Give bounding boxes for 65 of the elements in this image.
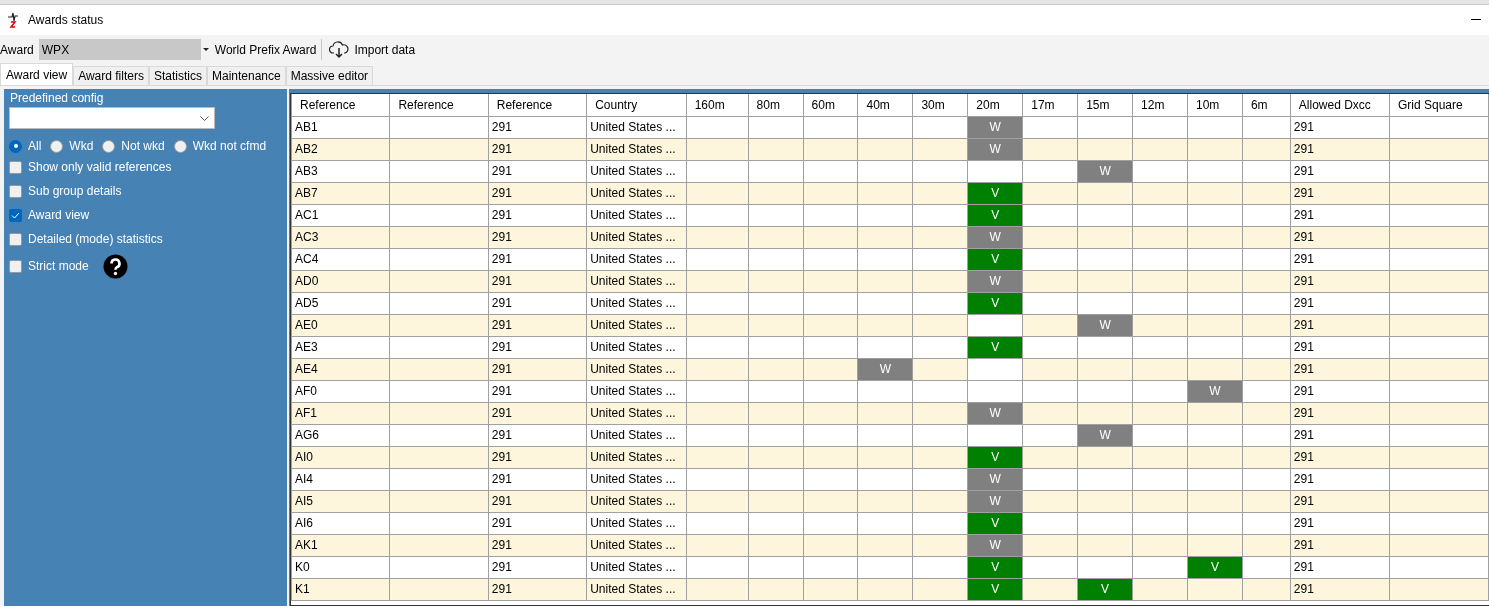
award-label: Award (0, 41, 34, 59)
column-header[interactable]: 40m (857, 94, 913, 116)
tab[interactable]: Award filters (73, 66, 149, 85)
tab[interactable]: Award view (0, 63, 74, 85)
column-header[interactable]: 10m (1187, 94, 1243, 116)
chevron-down-icon (200, 115, 209, 121)
table-cell: AE4 (291, 358, 390, 380)
table-cell: AE0 (291, 314, 390, 336)
checkbox-option[interactable]: Strict mode (9, 257, 89, 275)
checkbox-option[interactable]: Award view (9, 206, 90, 224)
radio-option[interactable]: Wkd not cfmd (173, 137, 267, 155)
column-header[interactable]: Country (586, 94, 687, 116)
table-cell: AD0 (291, 270, 390, 292)
column-header[interactable]: 12m (1132, 94, 1188, 116)
table-cell: AB3 (291, 160, 390, 182)
table-cell: AK1 (291, 534, 390, 556)
table-cell: AB1 (291, 116, 390, 138)
radio-option[interactable]: All (9, 137, 42, 155)
table-cell: AI6 (291, 512, 390, 534)
column-header[interactable]: 20m (967, 94, 1023, 116)
column-header[interactable]: Allowed Dxcc (1290, 94, 1390, 116)
table-cell: AC1 (291, 204, 390, 226)
table-cell: K0 (291, 556, 390, 578)
column-header[interactable]: 80m (748, 94, 804, 116)
caret-icon (202, 48, 209, 51)
checkmark-icon (11, 211, 20, 219)
help-icon[interactable] (102, 253, 128, 279)
column-header[interactable]: 60m (803, 94, 858, 116)
table-cell: AB2 (291, 138, 390, 160)
table-cell: AI5 (291, 490, 390, 512)
app-icon (6, 12, 20, 28)
radio-option[interactable]: Not wkd (102, 137, 165, 155)
award-name: World Prefix Award (214, 41, 317, 59)
column-header[interactable]: Reference (291, 94, 390, 116)
import-button[interactable]: Import data (327, 38, 418, 61)
tab[interactable]: Statistics (148, 66, 207, 85)
window-title: Awards status (28, 12, 104, 29)
table-cell: AC4 (291, 248, 390, 270)
table-cell: AD5 (291, 292, 390, 314)
table-cell: AE3 (291, 336, 390, 358)
table-cell: K1 (291, 578, 390, 600)
table-cell: AF1 (291, 402, 390, 424)
column-header[interactable]: 160m (686, 94, 749, 116)
tab[interactable]: Maintenance (206, 66, 286, 85)
column-header[interactable]: 30m (912, 94, 968, 116)
radio-option[interactable]: Wkd (50, 137, 94, 155)
table-cell: AB7 (291, 182, 390, 204)
table-cell: AF0 (291, 380, 390, 402)
column-header[interactable]: Grid Square (1389, 94, 1489, 116)
column-header[interactable]: 15m (1077, 94, 1133, 116)
checkbox-option[interactable]: Show only valid references (9, 158, 172, 176)
table-cell: AI0 (291, 446, 390, 468)
minimize-icon[interactable] (1471, 19, 1481, 21)
table-cell: AG6 (291, 424, 390, 446)
checkbox-option[interactable]: Detailed (mode) statistics (9, 230, 163, 248)
column-header[interactable]: Reference (488, 94, 587, 116)
cloud-download-icon (329, 40, 350, 59)
table-cell: AC3 (291, 226, 390, 248)
table-cell: AI4 (291, 468, 390, 490)
column-header[interactable]: Reference (389, 94, 489, 116)
predefined-config-label: Predefined config (9, 91, 105, 105)
column-header[interactable]: 6m (1242, 94, 1291, 116)
checkbox-option[interactable]: Sub group details (9, 182, 122, 200)
column-header[interactable]: 17m (1022, 94, 1078, 116)
tab[interactable]: Massive editor (285, 66, 374, 85)
